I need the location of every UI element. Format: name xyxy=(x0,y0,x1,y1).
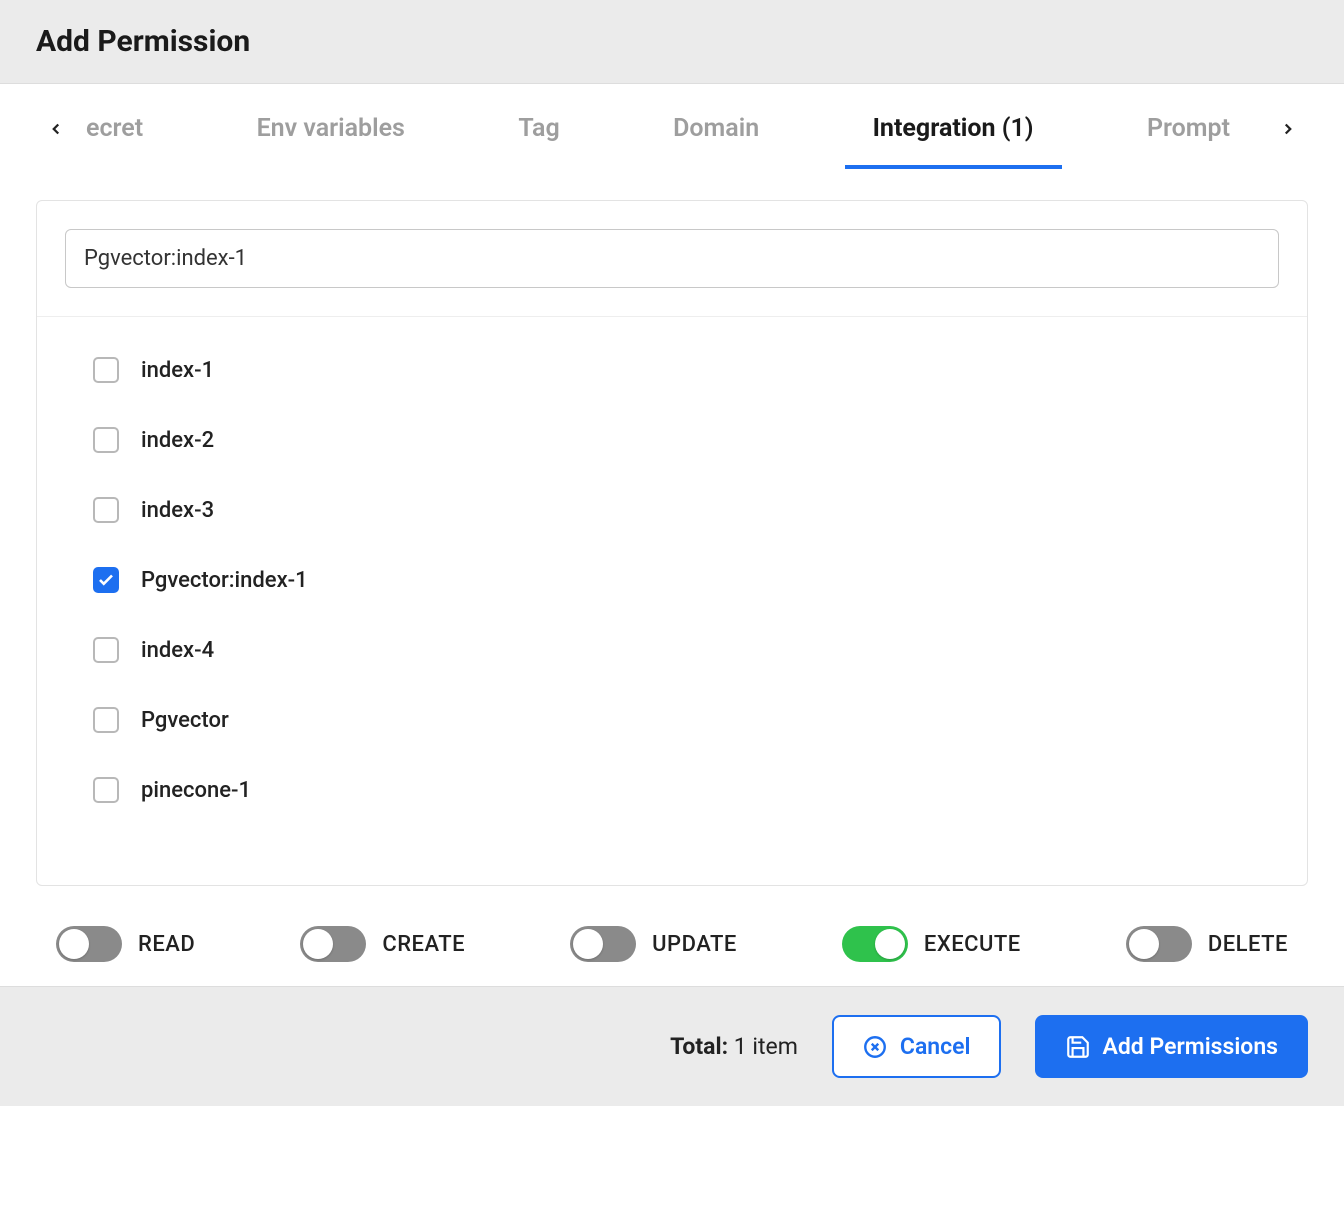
list-item-label: Pgvector:index-1 xyxy=(141,568,308,593)
list-item-label: Pgvector xyxy=(141,708,229,733)
list-item-label: index-2 xyxy=(141,428,214,453)
list-item-label: pinecone-1 xyxy=(141,778,251,803)
tab-label: ecret xyxy=(86,114,143,143)
total-value: 1 item xyxy=(734,1033,798,1060)
dialog-footer: Total: 1 item Cancel Add Permissions xyxy=(0,986,1344,1106)
list-item-label: index-1 xyxy=(141,358,214,383)
chevron-right-icon xyxy=(1279,120,1297,138)
toggle-delete[interactable] xyxy=(1126,926,1192,962)
toggle-group-execute: EXECUTE xyxy=(842,926,1021,962)
toggle-label: CREATE xyxy=(382,932,465,957)
toggle-knob xyxy=(573,929,603,959)
tab-env-variables[interactable]: Env variables xyxy=(229,90,433,169)
tab-label: Env variables xyxy=(257,114,405,143)
checkbox[interactable] xyxy=(93,637,119,663)
list-item[interactable]: index-3 xyxy=(37,475,1307,545)
tab-count: (1) xyxy=(1002,114,1034,143)
dialog-header: Add Permission xyxy=(0,0,1344,84)
tab-ecret[interactable]: ecret xyxy=(86,90,171,169)
list-item[interactable]: index-4 xyxy=(37,615,1307,685)
toggle-label: DELETE xyxy=(1208,932,1288,957)
checkbox[interactable] xyxy=(93,707,119,733)
tab-label: Integration xyxy=(873,114,996,143)
add-permissions-label: Add Permissions xyxy=(1103,1033,1279,1060)
cancel-label: Cancel xyxy=(900,1033,971,1060)
checkbox[interactable] xyxy=(93,777,119,803)
toggle-label: READ xyxy=(138,932,195,957)
checkbox[interactable] xyxy=(93,427,119,453)
cancel-circle-icon xyxy=(862,1034,888,1060)
toggle-knob xyxy=(59,929,89,959)
dialog-title: Add Permission xyxy=(36,24,1308,59)
panel-wrap: index-1 index-2 index-3 Pgvector:index-1 ind… xyxy=(0,174,1344,886)
toggle-group-create: CREATE xyxy=(300,926,465,962)
items-list[interactable]: index-1 index-2 index-3 Pgvector:index-1 ind… xyxy=(37,317,1307,885)
tab-label: Domain xyxy=(673,114,759,143)
list-item[interactable]: Pgvector xyxy=(37,685,1307,755)
toggle-group-delete: DELETE xyxy=(1126,926,1288,962)
tabs-row: ecret Env variables Tag Domain Integration (… xyxy=(0,84,1344,174)
tab-prompt[interactable]: Prompt xyxy=(1119,90,1258,169)
list-item-label: index-4 xyxy=(141,638,214,663)
toggle-group-read: READ xyxy=(56,926,195,962)
tab-integration[interactable]: Integration (1) xyxy=(845,90,1062,169)
tab-domain[interactable]: Domain xyxy=(645,90,787,169)
checkbox[interactable] xyxy=(93,497,119,523)
toggle-knob xyxy=(875,929,905,959)
integration-panel: index-1 index-2 index-3 Pgvector:index-1 ind… xyxy=(36,200,1308,886)
toggle-label: EXECUTE xyxy=(924,932,1021,957)
tabs-scroll-left[interactable] xyxy=(36,120,76,138)
tab-tag[interactable]: Tag xyxy=(490,90,587,169)
checkbox[interactable] xyxy=(93,567,119,593)
toggle-knob xyxy=(303,929,333,959)
save-icon xyxy=(1065,1034,1091,1060)
toggle-update[interactable] xyxy=(570,926,636,962)
list-item-label: index-3 xyxy=(141,498,214,523)
total-label: Total: xyxy=(670,1033,728,1060)
checkbox[interactable] xyxy=(93,357,119,383)
tab-label: Tag xyxy=(518,114,559,143)
toggle-read[interactable] xyxy=(56,926,122,962)
add-permissions-button[interactable]: Add Permissions xyxy=(1035,1015,1309,1078)
toggle-label: UPDATE xyxy=(652,932,737,957)
chevron-left-icon xyxy=(47,120,65,138)
search-input[interactable] xyxy=(65,229,1279,288)
list-item[interactable]: index-2 xyxy=(37,405,1307,475)
toggle-execute[interactable] xyxy=(842,926,908,962)
list-item[interactable]: pinecone-1 xyxy=(37,755,1307,825)
tabs-scroll-right[interactable] xyxy=(1268,120,1308,138)
cancel-button[interactable]: Cancel xyxy=(832,1015,1001,1078)
toggle-knob xyxy=(1129,929,1159,959)
toggle-create[interactable] xyxy=(300,926,366,962)
permission-toggles-row: READ CREATE UPDATE EXECUTE DELETE xyxy=(0,886,1344,992)
toggle-group-update: UPDATE xyxy=(570,926,737,962)
check-icon xyxy=(97,571,115,589)
list-item[interactable]: Pgvector:index-1 xyxy=(37,545,1307,615)
list-item[interactable]: index-1 xyxy=(37,335,1307,405)
tab-label: Prompt xyxy=(1147,114,1230,143)
total-summary: Total: 1 item xyxy=(670,1033,798,1060)
search-wrap xyxy=(37,201,1307,317)
